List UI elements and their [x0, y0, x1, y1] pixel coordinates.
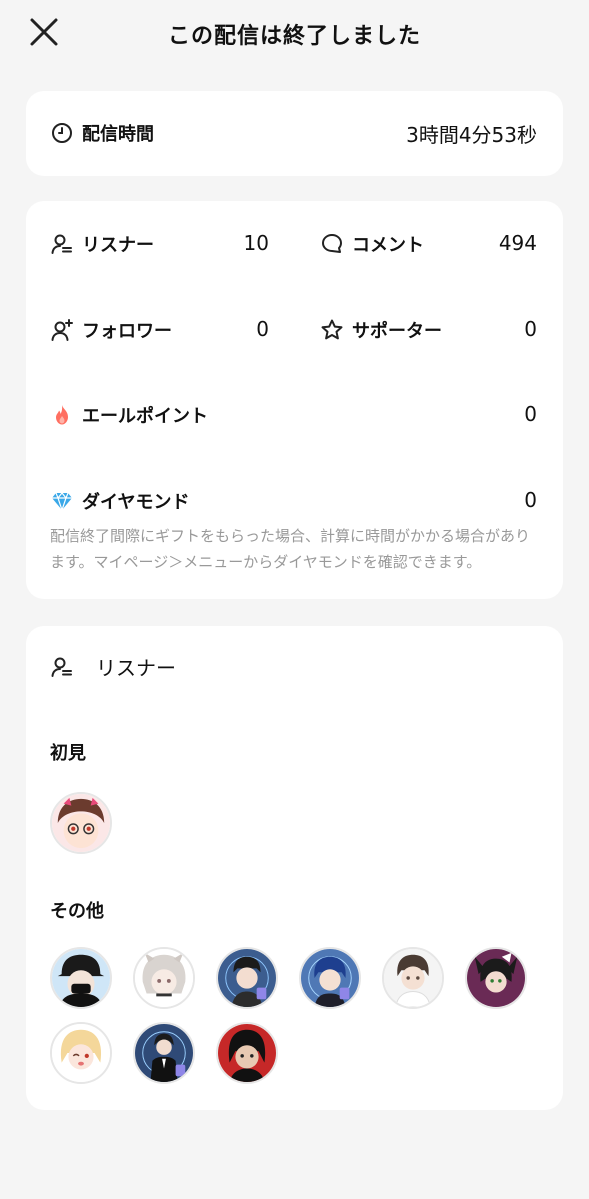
- followers-stat-label: フォロワー: [50, 317, 172, 343]
- listener-avatar[interactable]: [50, 792, 112, 854]
- duration-label-row: 配信時間: [50, 120, 154, 146]
- listeners-value: 10: [243, 231, 269, 255]
- listener-icon: [50, 232, 74, 256]
- first-time-title: 初見: [50, 743, 86, 764]
- listener-avatar[interactable]: [133, 947, 195, 1009]
- diamonds-label: ダイヤモンド: [82, 492, 190, 513]
- diamonds-value: 0: [524, 488, 537, 512]
- supporters-value: 0: [524, 317, 537, 341]
- listener-avatar[interactable]: [465, 947, 527, 1009]
- yell-points-label: エールポイント: [82, 406, 208, 427]
- listeners-card: リスナー 初見 その他: [26, 626, 563, 1110]
- others-title: その他: [50, 901, 104, 922]
- star-icon: [320, 318, 344, 342]
- listeners-stat-label: リスナー: [50, 231, 154, 257]
- yell-points-stat-label: エールポイント: [50, 402, 208, 428]
- listeners-section-header: リスナー: [50, 652, 176, 681]
- flame-icon: [50, 403, 74, 427]
- duration-label: 配信時間: [82, 124, 154, 145]
- page-title: この配信は終了しました: [167, 24, 421, 49]
- duration-card: 配信時間 3時間4分53秒: [26, 91, 563, 176]
- listener-avatar[interactable]: [50, 1022, 112, 1084]
- listener-icon: [50, 655, 74, 679]
- listeners-label: リスナー: [82, 235, 154, 256]
- followers-label: フォロワー: [82, 321, 172, 342]
- listeners-section-title: リスナー: [96, 656, 176, 680]
- listener-avatar[interactable]: [50, 947, 112, 1009]
- comment-icon: [320, 232, 344, 256]
- listener-avatar[interactable]: [133, 1022, 195, 1084]
- stats-card: リスナー 10 コメント 494 フォロワー 0 サポーター 0 エールポイント…: [26, 201, 563, 599]
- listener-avatar[interactable]: [216, 1022, 278, 1084]
- comments-value: 494: [498, 231, 537, 255]
- listener-avatar[interactable]: [216, 947, 278, 1009]
- header: この配信は終了しました: [0, 0, 589, 64]
- supporters-stat-label: サポーター: [320, 317, 442, 343]
- listener-avatar[interactable]: [382, 947, 444, 1009]
- supporters-label: サポーター: [352, 321, 442, 342]
- comments-label: コメント: [352, 235, 424, 256]
- diamond-note: 配信終了間際にギフトをもらった場合、計算に時間がかかる場合があります。マイページ…: [50, 527, 531, 571]
- add-follower-icon: [50, 318, 74, 342]
- diamond-icon: [50, 489, 74, 513]
- followers-value: 0: [256, 317, 269, 341]
- diamonds-stat-label: ダイヤモンド: [50, 488, 189, 514]
- listener-avatar[interactable]: [299, 947, 361, 1009]
- yell-points-value: 0: [524, 402, 537, 426]
- clock-icon: [50, 121, 74, 145]
- comments-stat-label: コメント: [320, 231, 424, 257]
- duration-value: 3時間4分53秒: [406, 123, 537, 147]
